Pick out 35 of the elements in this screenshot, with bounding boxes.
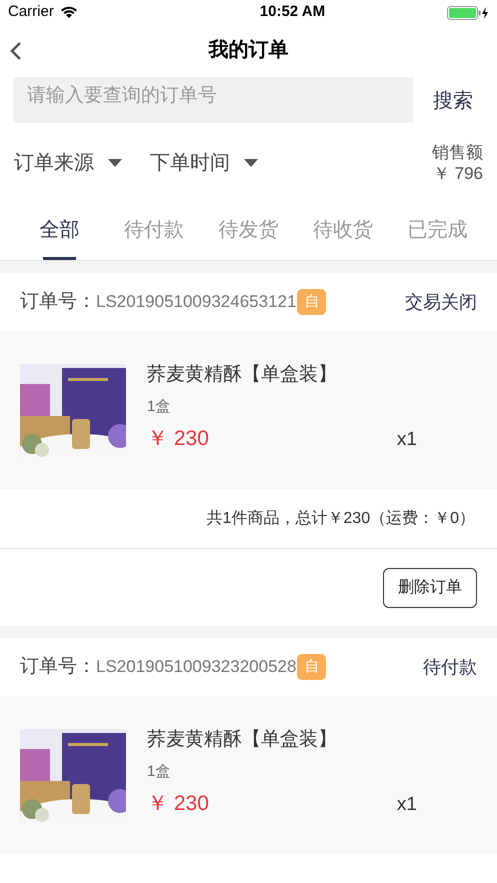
order-number: LS2019051009323200528 (96, 656, 296, 678)
product-spec: 1盒 (147, 762, 172, 782)
product-price: ￥ 230 (147, 790, 209, 817)
product-quantity: x1 (396, 793, 417, 818)
product-spec: 1盒 (147, 396, 172, 417)
tab[interactable]: 全部 (12, 200, 107, 260)
order-status: 交易关闭 (405, 290, 477, 314)
product-card[interactable]: 荞麦黄精酥【单盒装】 1盒 ￥ 230 x1 (0, 331, 497, 489)
delete-order-button[interactable]: 删除订单 (383, 568, 477, 608)
order-number: LS2019051009324653121 (96, 291, 296, 314)
self-badge: 自 (297, 289, 326, 315)
clock-time: 10:52 AM (260, 2, 326, 22)
product-price: ￥ 230 (147, 426, 209, 452)
product-name: 荞麦黄精酥【单盒装】 (147, 728, 338, 752)
product-card[interactable]: 荞麦黄精酥【单盒装】 1盒 ￥ 230 x1 (0, 696, 497, 854)
self-badge: 自 (297, 654, 326, 680)
filter-dropdown[interactable]: 下单时间 (150, 148, 258, 178)
order-number-label: 订单号： (20, 290, 96, 314)
product-name: 荞麦黄精酥【单盒装】 (147, 363, 338, 388)
wifi-icon (60, 6, 78, 19)
battery-icon (447, 6, 489, 20)
sales-amount: ￥ 796 (432, 163, 483, 184)
order-number-label: 订单号： (20, 654, 96, 679)
filter-dropdown[interactable]: 订单来源 (14, 148, 122, 178)
order-summary: 共1件商品，总计￥230（运费：￥0） (206, 508, 475, 528)
caret-icon (108, 159, 122, 167)
sales-label: 销售额 (432, 142, 483, 163)
caret-icon (244, 159, 258, 167)
page-title: 我的订单 (208, 38, 288, 63)
back-icon[interactable] (10, 41, 22, 61)
search-field[interactable]: 请输入要查询的订单号 (13, 77, 413, 123)
product-quantity: x1 (396, 428, 417, 452)
carrier-label: Carrier (8, 2, 54, 22)
search-button[interactable]: 搜索 (433, 86, 473, 116)
order-status: 待付款 (423, 656, 477, 678)
